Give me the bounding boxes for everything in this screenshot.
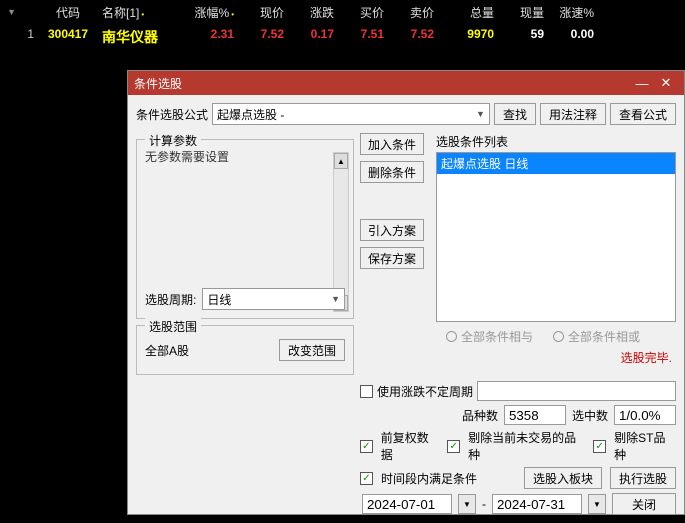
date-to-dropdown[interactable]: ▼ <box>588 494 606 514</box>
date-separator: - <box>482 497 486 511</box>
condition-list-label: 选股条件列表 <box>436 133 676 150</box>
col-vol[interactable]: 总量 <box>438 4 498 21</box>
col-price[interactable]: 现价 <box>238 4 288 21</box>
view-formula-button[interactable]: 查看公式 <box>610 103 676 125</box>
calc-params-title: 计算参数 <box>145 132 201 149</box>
minimize-icon[interactable]: — <box>630 76 654 91</box>
radio-or[interactable]: 全部条件相或 <box>553 328 640 345</box>
chg-value: 0.17 <box>288 27 338 47</box>
ask-value: 7.52 <box>388 27 438 47</box>
status-text: 选股完毕. <box>436 349 676 366</box>
to-block-button[interactable]: 选股入板块 <box>524 467 602 489</box>
usage-button[interactable]: 用法注释 <box>540 103 606 125</box>
stock-name: 南华仪器 <box>98 27 178 47</box>
checkbox-st[interactable]: ✓ <box>593 440 606 453</box>
range-title: 选股范围 <box>145 318 201 335</box>
change-range-button[interactable]: 改变范围 <box>279 339 345 361</box>
fq-label: 前复权数据 <box>381 429 440 463</box>
col-code[interactable]: 代码 <box>38 4 98 21</box>
checkbox-fq[interactable]: ✓ <box>360 440 373 453</box>
date-from-input[interactable] <box>362 494 452 514</box>
cvol-value: 59 <box>498 27 548 47</box>
bid-value: 7.51 <box>338 27 388 47</box>
checkbox-timerange[interactable]: ✓ <box>360 472 373 485</box>
titlebar[interactable]: 条件选股 — ✕ <box>128 71 684 95</box>
row-index: 1 <box>20 27 38 47</box>
radio-and[interactable]: 全部条件相与 <box>446 328 533 345</box>
table-row[interactable]: 1 300417 南华仪器 2.31 7.52 0.17 7.51 7.52 9… <box>0 25 685 49</box>
col-name[interactable]: 名称[1]• <box>98 4 178 21</box>
close-button[interactable]: 关闭 <box>612 493 676 515</box>
formula-select[interactable]: 起爆点选股 -▼ <box>212 103 490 125</box>
formula-label: 条件选股公式 <box>136 106 208 123</box>
stock-picker-dialog: 条件选股 — ✕ 条件选股公式 起爆点选股 -▼ 查找 用法注释 查看公式 计算… <box>127 70 685 515</box>
timerange-label: 时间段内满足条件 <box>381 470 477 487</box>
dialog-title: 条件选股 <box>134 75 630 92</box>
condition-item[interactable]: 起爆点选股 日线 <box>437 153 675 174</box>
dropdown-icon[interactable]: ▼ <box>7 7 16 17</box>
add-condition-button[interactable]: 加入条件 <box>360 133 424 155</box>
pct-value: 2.31 <box>178 27 238 47</box>
radio-icon <box>446 331 457 342</box>
speed-value: 0.00 <box>548 27 598 47</box>
close-icon[interactable]: ✕ <box>654 75 678 91</box>
st-label: 剔除ST品种 <box>614 429 676 463</box>
find-button[interactable]: 查找 <box>494 103 536 125</box>
condition-list[interactable]: 起爆点选股 日线 <box>436 152 676 322</box>
col-bid[interactable]: 买价 <box>338 4 388 21</box>
col-speed[interactable]: 涨速% <box>548 4 598 21</box>
range-group: 选股范围 全部A股 改变范围 <box>136 325 354 375</box>
chevron-down-icon: ▼ <box>331 294 340 304</box>
import-plan-button[interactable]: 引入方案 <box>360 219 424 241</box>
stock-table: ▼ 代码 名称[1]• 涨幅%• 现价 涨跌 买价 卖价 总量 现量 涨速% 1… <box>0 0 685 49</box>
price-value: 7.52 <box>238 27 288 47</box>
period-select[interactable]: 日线▼ <box>202 288 345 310</box>
delete-condition-button[interactable]: 删除条件 <box>360 161 424 183</box>
col-chg[interactable]: 涨跌 <box>288 4 338 21</box>
scroll-up-icon[interactable]: ▲ <box>334 153 348 169</box>
count-kind-label: 品种数 <box>462 407 498 424</box>
checkbox-unfixed-period[interactable] <box>360 385 373 398</box>
count-sel-label: 选中数 <box>572 407 608 424</box>
no-params-text: 无参数需要设置 <box>145 148 345 165</box>
count-sel-value[interactable] <box>614 405 676 425</box>
save-plan-button[interactable]: 保存方案 <box>360 247 424 269</box>
period-label: 选股周期: <box>145 291 196 308</box>
checkbox-notrade[interactable]: ✓ <box>447 440 460 453</box>
run-button[interactable]: 执行选股 <box>610 467 676 489</box>
col-pct[interactable]: 涨幅%• <box>178 4 238 21</box>
stock-code: 300417 <box>38 27 98 47</box>
notrade-label: 剔除当前未交易的品种 <box>468 429 585 463</box>
radio-icon <box>553 331 564 342</box>
chevron-down-icon: ▼ <box>476 109 485 119</box>
unfixed-period-label: 使用涨跌不定周期 <box>377 383 473 400</box>
count-kind-value[interactable] <box>504 405 566 425</box>
date-from-dropdown[interactable]: ▼ <box>458 494 476 514</box>
unfixed-period-input[interactable] <box>477 381 676 401</box>
col-cvol[interactable]: 现量 <box>498 4 548 21</box>
range-value: 全部A股 <box>145 342 189 359</box>
col-ask[interactable]: 卖价 <box>388 4 438 21</box>
date-to-input[interactable] <box>492 494 582 514</box>
table-header: ▼ 代码 名称[1]• 涨幅%• 现价 涨跌 买价 卖价 总量 现量 涨速% <box>0 0 685 25</box>
calc-params-group: 计算参数 无参数需要设置 ▲ ▼ 选股周期: 日线▼ <box>136 139 354 319</box>
vol-value: 9970 <box>438 27 498 47</box>
